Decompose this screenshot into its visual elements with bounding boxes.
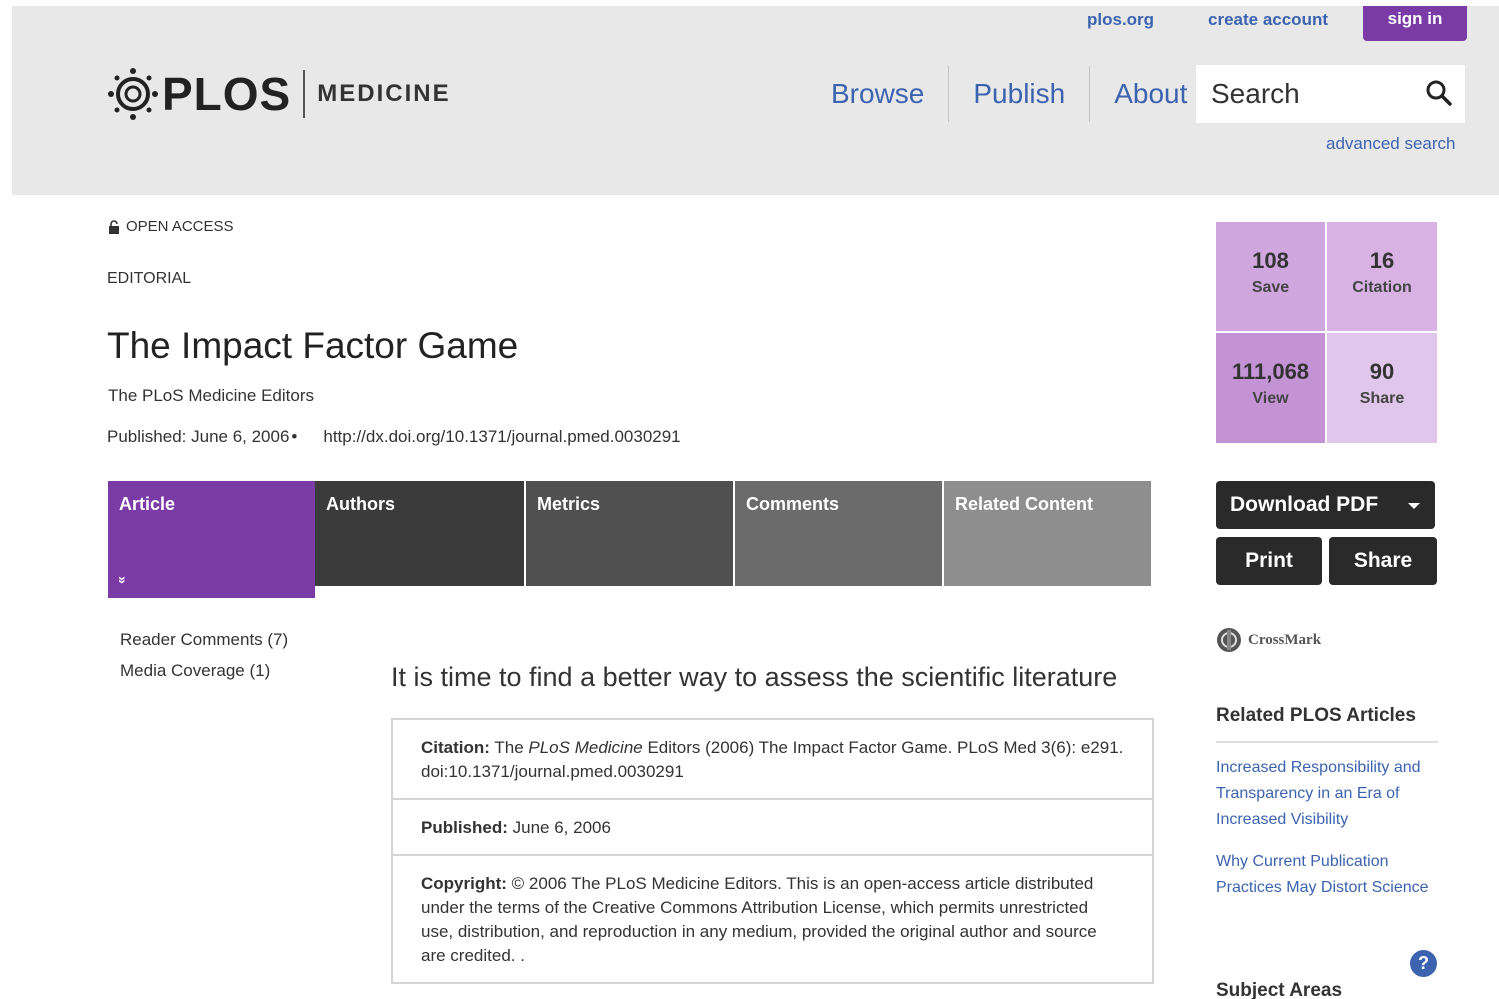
plos-medicine-logo[interactable]: PLOS MEDICINE [108,64,451,124]
caret-down-icon[interactable] [1408,503,1420,509]
download-pdf-button[interactable]: Download PDF [1216,481,1435,529]
tab-article-label: Article [119,494,176,514]
metric-share-label: Share [1359,390,1405,407]
article-type: EDITORIAL [107,270,192,287]
article-tabs: Article » Authors Metrics Comments Relat… [108,481,1151,598]
bullet-separator: • [291,427,298,446]
related-article-link[interactable]: Increased Responsibility and Transparenc… [1216,755,1444,833]
published-date: Published: June 6, 2006 [107,427,290,446]
metric-save-value: 108 [1252,248,1289,273]
copyright-label: Copyright: [421,874,507,893]
copyright-text: © 2006 The PLoS Medicine Editors. This i… [421,874,1097,965]
main-nav: Browse Publish About [807,66,1211,122]
chevron-down-icon: » [114,576,131,584]
tab-authors[interactable]: Authors [315,481,524,586]
tab-comments-label: Comments [746,494,840,514]
tab-metrics-label: Metrics [537,494,601,514]
article-metrics: 108 Save 16 Citation 111,068 View 90 Sha… [1216,222,1437,443]
search-input[interactable] [1211,78,1411,110]
metric-save-label: Save [1251,279,1290,296]
crossmark-icon [1217,628,1241,652]
crossmark-badge[interactable]: CrossMark [1216,627,1321,653]
subject-areas-heading: Subject Areas [1216,980,1343,999]
article-lede: It is time to find a better way to asses… [391,662,1118,692]
logo-plos-text: PLOS [162,68,292,120]
doi-link[interactable]: http://dx.doi.org/10.1371/journal.pmed.0… [323,427,680,446]
open-access-badge: OPEN ACCESS [108,218,234,235]
sign-in-button[interactable]: sign in [1363,6,1467,41]
metric-share[interactable]: 90 Share [1327,333,1437,443]
media-coverage-link[interactable]: Media Coverage (1) [120,655,288,686]
article-authors[interactable]: The PLoS Medicine Editors [108,386,314,406]
related-article-link[interactable]: Why Current Publication Practices May Di… [1216,849,1444,901]
related-articles-heading: Related PLOS Articles [1216,705,1438,743]
tab-related-label: Related Content [955,494,1094,514]
help-icon[interactable]: ? [1410,950,1437,977]
plos-logo-icon [108,68,158,120]
metric-view-label: View [1252,390,1289,407]
metric-save[interactable]: 108 Save [1216,222,1325,331]
published-row: Published: June 6, 2006 [393,798,1152,854]
published-label: Published: [421,818,508,837]
search-box [1196,65,1465,123]
tab-related-content[interactable]: Related Content [942,481,1151,586]
crossmark-label: CrossMark [1248,631,1322,648]
tab-metrics[interactable]: Metrics [524,481,733,586]
article-side-links: Reader Comments (7) Media Coverage (1) [120,624,288,686]
nav-about[interactable]: About [1089,66,1211,122]
publication-line: Published: June 6, 2006 • http://dx.doi.or… [107,427,681,447]
metric-citation-value: 16 [1369,248,1395,273]
reader-comments-link[interactable]: Reader Comments (7) [120,624,288,655]
citation-row: Citation: The PLoS Medicine Editors (200… [393,720,1152,798]
tab-article[interactable]: Article » [108,481,315,598]
create-account-link[interactable]: create account [1208,10,1328,36]
copyright-row: Copyright: © 2006 The PLoS Medicine Edit… [393,854,1152,982]
nav-publish[interactable]: Publish [948,66,1089,122]
metric-view[interactable]: 111,068 View [1216,333,1325,443]
search-icon[interactable] [1425,79,1453,107]
logo-divider [303,70,306,118]
citation-label: Citation: [421,738,490,757]
metric-share-value: 90 [1369,359,1395,384]
citation-journal: PLoS Medicine [528,738,643,757]
tab-comments[interactable]: Comments [733,481,942,586]
article-info-box: Citation: The PLoS Medicine Editors (200… [391,718,1154,984]
lock-icon [109,219,119,234]
plos-org-link[interactable]: plos.org [1087,10,1154,36]
citation-pre: The [494,738,529,757]
metric-citation-label: Citation [1352,279,1412,296]
metric-citation[interactable]: 16 Citation [1327,222,1437,331]
published-value: June 6, 2006 [512,818,611,837]
logo-journal-text: MEDICINE [317,80,451,107]
article-title: The Impact Factor Game [107,325,519,366]
site-header: plos.org create account sign in PLOS MED… [12,6,1499,195]
download-pdf-label: Download PDF [1230,493,1379,516]
tab-authors-label: Authors [326,494,395,514]
print-button[interactable]: Print [1216,537,1322,585]
metric-view-value: 111,068 [1231,359,1310,384]
advanced-search-link[interactable]: advanced search [1326,134,1455,154]
nav-browse[interactable]: Browse [807,66,948,122]
share-button[interactable]: Share [1329,537,1437,585]
open-access-label: OPEN ACCESS [126,218,234,235]
